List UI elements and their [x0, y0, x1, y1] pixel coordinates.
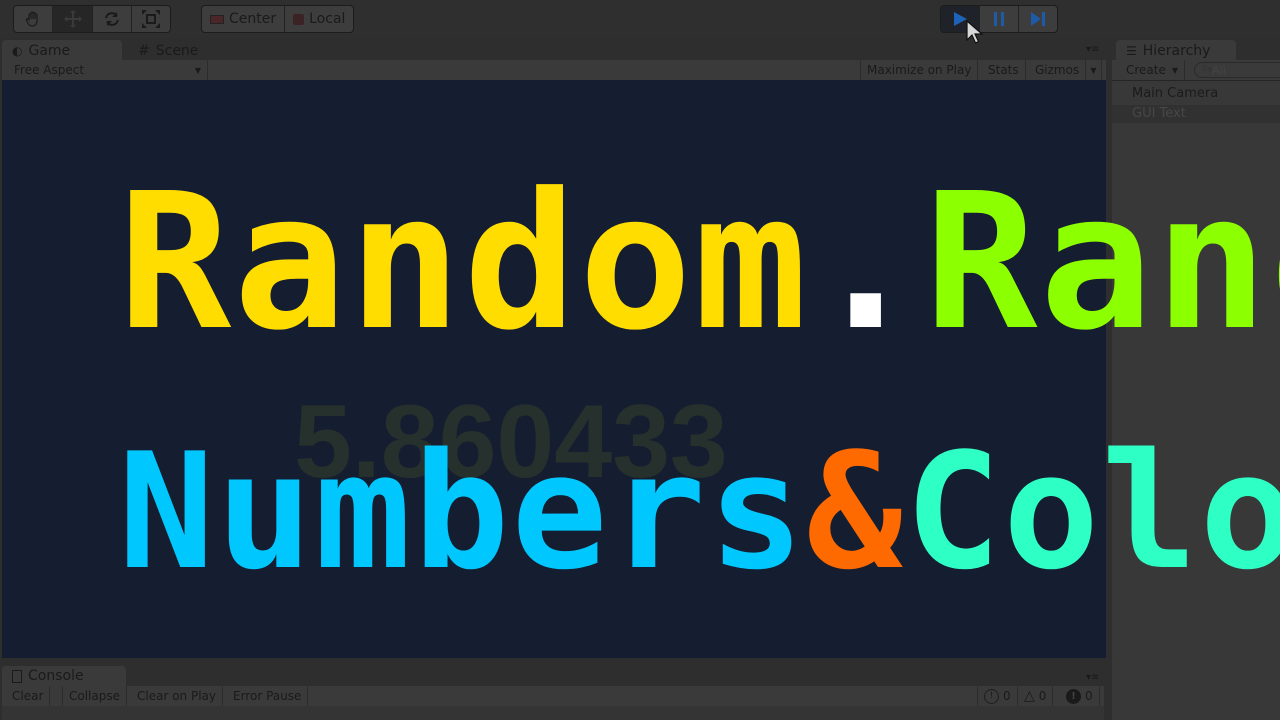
panel-menu-icon[interactable]: ▾≡ — [1086, 44, 1099, 55]
pivot-center-label: Center — [229, 11, 277, 27]
console-menu-icon[interactable]: ▾≡ — [1086, 672, 1099, 683]
info-count: 0 — [1003, 689, 1011, 703]
chevron-down-icon: ▼ — [1090, 65, 1097, 75]
game-controller-icon: ◐ — [12, 44, 23, 58]
tab-console[interactable]: Console — [2, 666, 126, 686]
hierarchy-item-main-camera[interactable]: Main Camera — [1132, 86, 1218, 101]
list-icon: ☰ — [1126, 44, 1137, 58]
search-icon: ⚲▾ — [1201, 65, 1213, 75]
tab-game[interactable]: ◐ Game — [2, 40, 122, 62]
title-colors: Colors — [904, 418, 1280, 605]
rotate-icon — [105, 12, 119, 26]
stats-label: Stats — [988, 63, 1019, 77]
step-icon — [1031, 12, 1045, 26]
grid-hash-icon: # — [138, 43, 150, 59]
console-clear-on-play-label: Clear on Play — [137, 689, 216, 703]
pivot-local-button[interactable]: Local — [285, 6, 353, 32]
gizmos-dropdown[interactable]: ▼ — [1086, 60, 1102, 80]
scale-tool-button[interactable] — [132, 6, 170, 32]
tab-scene[interactable]: # Scene — [128, 40, 208, 62]
console-error-toggle[interactable]: ! 0 — [1060, 686, 1100, 706]
hierarchy-item-label: GUI Text — [1132, 106, 1186, 121]
pause-icon — [994, 12, 1004, 26]
tab-hierarchy[interactable]: ☰ Hierarchy — [1116, 40, 1236, 62]
search-placeholder: All — [1212, 63, 1226, 77]
gizmos-toggle[interactable]: Gizmos — [1029, 60, 1087, 80]
error-count: 0 — [1085, 689, 1093, 703]
error-icon: ! — [1066, 688, 1081, 704]
game-view-toolbar: Free Aspect ▼ Maximize on Play Stats Giz… — [2, 60, 1106, 81]
title-random: Random — [118, 153, 810, 372]
transform-tools — [13, 5, 171, 33]
pivot-controls: Center Local — [201, 5, 355, 33]
title-ampersand: & — [806, 418, 905, 605]
move-arrows-icon — [63, 10, 82, 28]
scale-icon — [142, 10, 160, 28]
pivot-center-icon — [210, 14, 224, 24]
hierarchy-toolbar: Create ▼ ⚲▾ All — [1112, 60, 1280, 81]
hierarchy-item-gui-text[interactable]: GUI Text — [1112, 105, 1280, 123]
pivot-center-button[interactable]: Center — [202, 6, 286, 32]
playback-controls — [940, 5, 1058, 33]
local-cube-icon — [293, 13, 305, 25]
tab-game-label: Game — [28, 43, 71, 59]
create-dropdown[interactable]: Create ▼ — [1120, 60, 1186, 80]
chevron-down-icon: ▼ — [194, 65, 201, 75]
maximize-on-play-toggle[interactable]: Maximize on Play — [860, 60, 979, 80]
console-clear-button[interactable]: Clear — [6, 686, 51, 706]
maximize-on-play-label: Maximize on Play — [867, 63, 972, 77]
tab-hierarchy-label: Hierarchy — [1142, 43, 1211, 59]
mouse-cursor-icon — [966, 20, 984, 44]
console-clear-on-play-button[interactable]: Clear on Play — [131, 686, 223, 706]
chevron-down-icon: ▼ — [1171, 65, 1179, 75]
title-line-numbers-colors: Numbers&Colors — [118, 432, 1280, 592]
gizmos-label: Gizmos — [1035, 63, 1080, 77]
step-button[interactable] — [1019, 6, 1057, 32]
create-label: Create — [1126, 63, 1166, 77]
pivot-local-label: Local — [309, 11, 346, 27]
aspect-dropdown[interactable]: Free Aspect ▼ — [2, 60, 208, 80]
console-info-toggle[interactable]: ! 0 — [977, 686, 1018, 706]
title-line-random-range: Random.Range() — [118, 168, 1280, 358]
console-clear-label: Clear — [12, 689, 44, 703]
console-collapse-label: Collapse — [69, 689, 120, 703]
move-tool-button[interactable] — [53, 6, 93, 32]
console-toolbar: Clear Collapse Clear on Play Error Pause… — [2, 686, 1104, 707]
title-range: Range — [924, 153, 1280, 372]
hand-icon — [25, 11, 38, 27]
tab-console-label: Console — [28, 668, 84, 684]
console-icon — [12, 669, 22, 683]
info-icon: ! — [984, 688, 999, 704]
title-numbers: Numbers — [118, 418, 807, 605]
title-dot: . — [809, 153, 925, 372]
main-toolbar: Center Local — [0, 0, 1280, 44]
console-log-area[interactable] — [2, 706, 1104, 720]
console-warning-toggle[interactable]: △ 0 — [1018, 686, 1054, 706]
hierarchy-item-label: Main Camera — [1132, 86, 1219, 101]
tab-scene-label: Scene — [155, 43, 199, 59]
warning-count: 0 — [1038, 689, 1047, 703]
console-error-pause-button[interactable]: Error Pause — [227, 686, 309, 706]
stats-toggle[interactable]: Stats — [982, 60, 1026, 80]
console-collapse-button[interactable]: Collapse — [62, 686, 127, 706]
console-error-pause-label: Error Pause — [233, 689, 302, 703]
rotate-tool-button[interactable] — [93, 6, 132, 32]
pause-button[interactable] — [980, 6, 1019, 32]
warning-icon: △ — [1024, 688, 1035, 704]
hierarchy-search-input[interactable]: ⚲▾ All — [1194, 62, 1280, 78]
hand-tool-button[interactable] — [14, 6, 53, 32]
aspect-label: Free Aspect — [14, 63, 85, 77]
